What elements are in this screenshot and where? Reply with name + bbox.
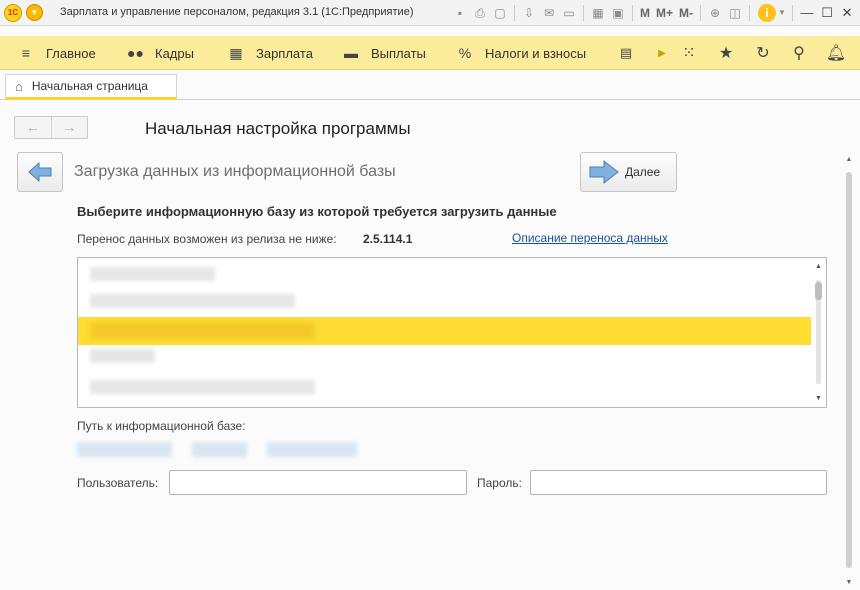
title-bar: 1С ▼ Зарплата и управление персоналом, р… <box>0 0 860 26</box>
history-navigation: ← → <box>14 116 88 139</box>
maximize-icon[interactable]: ☐ <box>817 3 837 23</box>
toolbar-divider <box>700 5 702 21</box>
toolbar-divider <box>632 5 633 21</box>
password-input[interactable] <box>530 470 827 495</box>
attach-icon[interactable]: ▭ <box>559 3 579 23</box>
close-icon[interactable]: ✕ <box>837 3 857 23</box>
main-menu-dropdown-icon[interactable]: ▼ <box>26 4 43 21</box>
section-label: Зарплата <box>256 45 313 61</box>
section-label: Выплаты <box>371 45 426 61</box>
forward-arrow-icon[interactable]: → <box>52 117 88 138</box>
notifications-icon[interactable]: 🔔︎ <box>824 36 848 70</box>
1c-logo-icon: 1С <box>4 4 22 22</box>
next-button[interactable]: Далее <box>580 152 677 192</box>
left-arrow-icon <box>28 162 52 182</box>
list-item[interactable] <box>90 267 215 281</box>
search-icon[interactable]: ⚲ <box>787 36 811 70</box>
user-input[interactable] <box>169 470 467 495</box>
tab-home[interactable]: ⌂ Начальная страница <box>5 74 177 100</box>
toolbar-divider <box>792 5 794 21</box>
scroll-up-icon[interactable]: ▲ <box>843 156 855 163</box>
user-label: Пользователь: <box>77 476 159 490</box>
toolbar-divider <box>583 5 584 21</box>
sections-panel: ≡ Главное ●● Кадры ▦ Зарплата ▬ Выплаты … <box>0 36 860 70</box>
tab-label: Начальная страница <box>31 79 148 93</box>
toolbar-divider <box>749 5 751 21</box>
mail-icon[interactable]: ✉ <box>539 3 559 23</box>
history-icon[interactable]: ↻ <box>751 36 775 70</box>
list-item[interactable] <box>90 380 315 394</box>
window-title: Зарплата и управление персоналом, редакц… <box>60 6 414 18</box>
home-icon: ⌂ <box>15 78 23 94</box>
password-label: Пароль: <box>477 476 522 490</box>
database-list[interactable]: ▲ ▼ <box>77 257 827 408</box>
form-scrollbar[interactable]: ▲ ▼ <box>843 152 855 588</box>
section-taxes[interactable]: % Налоги и взносы <box>457 36 586 70</box>
scroll-thumb[interactable] <box>815 282 822 300</box>
scroll-right-icon[interactable]: ▶ <box>650 36 674 70</box>
export-icon[interactable]: ⇩ <box>519 3 539 23</box>
wallet-icon: ▬ <box>344 45 358 61</box>
calendar-icon[interactable]: ▣ <box>608 3 628 23</box>
favorites-icon[interactable]: ★ <box>714 36 738 70</box>
form-title: Начальная настройка программы <box>145 119 411 138</box>
menu-icon: ≡ <box>21 45 31 61</box>
right-arrow-icon <box>589 160 619 184</box>
all-functions-icon[interactable]: ⁙ <box>677 36 701 70</box>
database-path-label: Путь к информационной базе: <box>77 419 246 433</box>
memory-button[interactable]: M <box>637 3 653 23</box>
percent-icon: % <box>458 45 472 61</box>
database-path-value <box>77 442 357 457</box>
section-label: Кадры <box>155 45 194 61</box>
list-item[interactable] <box>90 294 295 308</box>
section-salary[interactable]: ▦ Зарплата <box>228 36 313 70</box>
scroll-thumb[interactable] <box>846 172 852 568</box>
memory-plus-button[interactable]: M+ <box>653 3 676 23</box>
list-item-selected-text <box>90 322 315 340</box>
min-release-label: Перенос данных возможен из релиза не ниж… <box>77 232 337 246</box>
choose-database-label: Выберите информационную базу из которой … <box>77 204 557 219</box>
section-label: Главное <box>46 45 96 61</box>
back-arrow-icon[interactable]: ← <box>15 117 52 138</box>
info-dropdown-icon[interactable]: ▼ <box>776 3 788 23</box>
scroll-up-icon[interactable]: ▲ <box>811 263 826 270</box>
section-main[interactable]: ≡ Главное <box>18 36 96 70</box>
toolbar-divider <box>514 5 515 21</box>
minimize-icon[interactable]: — <box>797 3 817 23</box>
transfer-description-link[interactable]: Описание переноса данных <box>512 231 668 245</box>
scroll-down-icon[interactable]: ▼ <box>843 579 855 586</box>
list-scrollbar[interactable]: ▲ ▼ <box>811 258 826 407</box>
title-toolbar: ▪ ⎙ ▢ ⇩ ✉ ▭ ▦ ▣ M M+ M- ⊕ ◫ i ▼ — ☐ ✕ <box>450 3 857 23</box>
section-hr[interactable]: ●● Кадры <box>127 36 194 70</box>
open-windows-bar: ⌂ Начальная страница <box>0 70 860 100</box>
more-sections-icon[interactable]: ▤ <box>614 36 638 70</box>
spreadsheet-icon[interactable]: ▦ <box>588 3 608 23</box>
info-icon[interactable]: i <box>758 4 777 22</box>
next-button-label: Далее <box>625 165 661 179</box>
memory-minus-button[interactable]: M- <box>676 3 696 23</box>
section-payments[interactable]: ▬ Выплаты <box>343 36 426 70</box>
zoom-icon[interactable]: ⊕ <box>705 3 725 23</box>
back-button[interactable] <box>17 152 63 192</box>
preview-icon[interactable]: ▢ <box>490 3 510 23</box>
calculator-icon: ▦ <box>229 44 243 61</box>
section-label: Налоги и взносы <box>485 45 587 61</box>
list-item[interactable] <box>90 349 155 363</box>
save-icon[interactable]: ▪ <box>450 3 470 23</box>
panel-icon[interactable]: ◫ <box>725 3 745 23</box>
people-icon: ●● <box>127 45 144 61</box>
scroll-down-icon[interactable]: ▼ <box>811 395 826 402</box>
step-title: Загрузка данных из информационной базы <box>74 163 396 180</box>
print-icon[interactable]: ⎙ <box>470 3 490 23</box>
min-release-value: 2.5.114.1 <box>363 232 413 246</box>
